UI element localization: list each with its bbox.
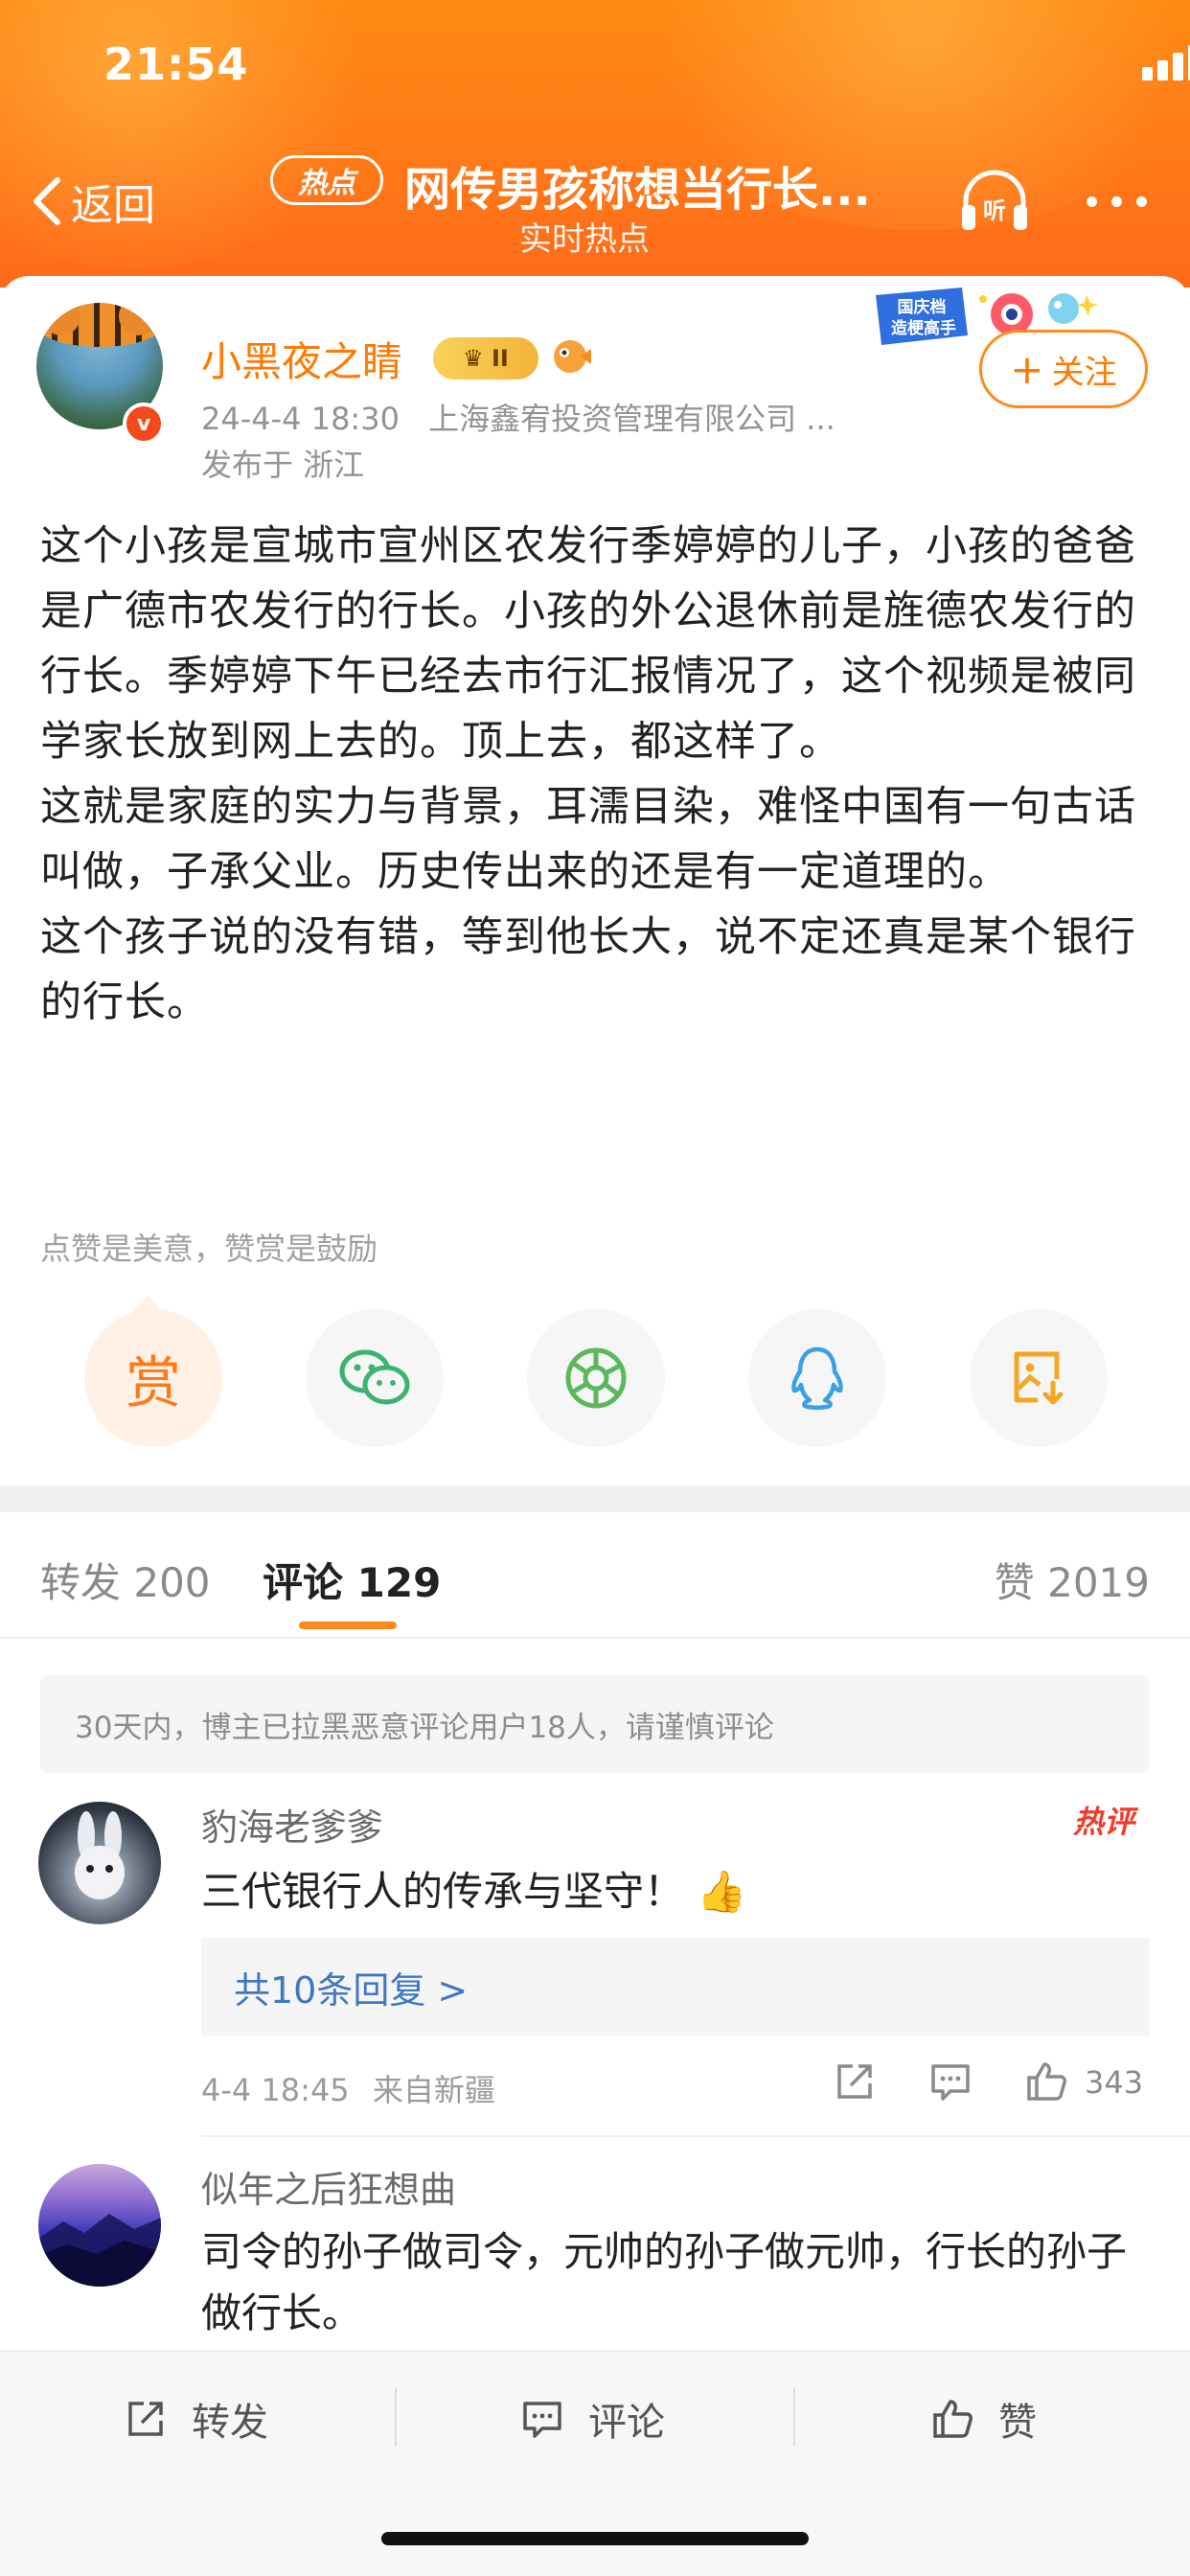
comment-button[interactable]: 评论: [521, 2392, 665, 2446]
author-company: 上海鑫宥投资管理有限公司 ...: [428, 401, 835, 437]
hot-topic-tag: 热点: [270, 155, 383, 205]
post-location: 发布于 浙江: [201, 447, 365, 483]
reward-label: 赏: [125, 1350, 181, 1415]
fan-badge-icon[interactable]: [548, 335, 592, 378]
hot-comment-tag: 热评: [1073, 1804, 1135, 1840]
status-time: 21:54: [103, 38, 249, 90]
commenter-name[interactable]: 似年之后狂想曲: [201, 2160, 456, 2213]
bar-divider: [793, 2388, 795, 2446]
more-options-icon[interactable]: [1083, 188, 1150, 217]
chevron-left-icon: [34, 177, 60, 225]
thumbs-up-emoji: 👍: [697, 1868, 747, 1915]
comment-avatar[interactable]: [38, 2164, 161, 2287]
follow-label: 关注: [1051, 353, 1117, 392]
post-date: 24-4-4 18:30: [201, 401, 400, 437]
follow-button[interactable]: + 关注: [979, 330, 1148, 408]
post-paragraph: 这个小孩是宣城市宣州区农发行季婷婷的儿子，小孩的爸爸是广德市农发行的行长。小孩的…: [40, 522, 1136, 766]
svg-text:造梗高手: 造梗高手: [891, 318, 956, 338]
author-name[interactable]: 小黑夜之睛: [201, 330, 402, 388]
plus-icon: +: [1010, 345, 1044, 393]
repost-button[interactable]: 转发: [125, 2392, 268, 2446]
landscape-avatar-icon: [38, 2214, 161, 2287]
tab-repost[interactable]: 转发 200: [40, 1551, 211, 1609]
like-label: 赞: [998, 2401, 1037, 2445]
comment-notice: 30天内，博主已拉黑恶意评论用户18人，请谨慎评论: [40, 1675, 1150, 1773]
post-paragraph: 这个孩子说的没有错，等到他长大，说不定还真是某个银行的行长。: [40, 913, 1136, 1026]
verified-badge-icon: v: [123, 402, 165, 445]
page-title: 网传男孩称想当行长...: [404, 163, 871, 217]
header-bar: 21:54 返回 热点 网传男孩称想当行长... 实时热点 听: [0, 0, 1190, 288]
bar-divider: [395, 2388, 397, 2446]
svg-text:听: 听: [983, 197, 1006, 224]
comment-body: 三代银行人的传承与坚守！: [201, 1868, 685, 1915]
share-moments-button[interactable]: [527, 1309, 665, 1447]
vip-level: II: [492, 345, 509, 372]
comment-time: 4-4 18:45: [201, 2072, 350, 2108]
interaction-tabs: 转发 200 评论 129 赞 2019: [0, 1512, 1190, 1639]
comment-source: 来自新疆: [372, 2072, 495, 2108]
like-count: 343: [1085, 2064, 1144, 2101]
save-image-icon: [1014, 1351, 1064, 1405]
back-button[interactable]: 返回: [29, 171, 155, 232]
thumbs-up-icon: [933, 2400, 973, 2438]
reply-icon[interactable]: [929, 2060, 972, 2103]
save-image-button[interactable]: [970, 1309, 1108, 1447]
tab-likes[interactable]: 赞 2019: [995, 1551, 1150, 1609]
share-wechat-button[interactable]: [306, 1309, 444, 1447]
post-paragraph: 这就是家庭的实力与背景，耳濡目染，难怪中国有一句古话叫做，子承父业。历史传出来的…: [40, 783, 1136, 896]
repost-icon: [128, 2402, 163, 2436]
reward-button[interactable]: 赏: [84, 1309, 222, 1447]
comment-icon: [523, 2402, 561, 2438]
section-divider: [0, 1485, 1190, 1512]
like-icon[interactable]: [1025, 2060, 1067, 2103]
comment-label: 评论: [588, 2401, 665, 2445]
post-card: v 小黑夜之睛 ♛ II 24-4-4 18:30 上海鑫宥投资管理有限公司 .…: [0, 276, 1190, 1485]
reward-hint: 点赞是美意，赞赏是鼓励: [40, 1230, 378, 1267]
crown-icon: ♛: [463, 345, 492, 372]
comment-actions: 343: [824, 2057, 1150, 2110]
active-tab-indicator: [299, 1622, 397, 1629]
view-replies-button[interactable]: 共10条回复 >: [201, 1938, 1150, 2036]
listen-headphones-icon[interactable]: 听: [958, 167, 1031, 234]
post-body: 这个小孩是宣城市宣州区农发行季婷婷的儿子，小孩的爸爸是广德市农发行的行长。小孩的…: [40, 514, 1156, 1035]
home-indicator[interactable]: [381, 2532, 809, 2545]
svg-text:国庆档: 国庆档: [898, 297, 947, 317]
like-button[interactable]: 赞: [931, 2392, 1037, 2446]
comment-text: 司令的孙子做司令，元帅的孙子做元帅，行长的孙子做行长。: [201, 2228, 1128, 2336]
moments-icon: [565, 1347, 627, 1409]
comment-divider: [201, 2135, 1190, 2137]
post-meta: 24-4-4 18:30 上海鑫宥投资管理有限公司 ...: [201, 395, 910, 439]
signal-icon: [1142, 44, 1190, 82]
share-icon[interactable]: [834, 2060, 876, 2103]
comment-text: 三代银行人的传承与坚守！ 👍: [201, 1861, 1150, 1922]
repost-label: 转发: [192, 2401, 268, 2445]
rabbit-avatar-icon: [75, 1811, 125, 1899]
vip-crown-badge[interactable]: ♛ II: [433, 337, 538, 380]
weibo-post-screen: 21:54 返回 热点 网传男孩称想当行长... 实时热点 听 v 小黑夜之睛 …: [0, 0, 1190, 2576]
share-row: 赏: [84, 1309, 1110, 1449]
back-label: 返回: [71, 181, 155, 230]
comment-meta: 4-4 18:45 来自新疆: [201, 2066, 495, 2110]
qq-icon: [791, 1346, 843, 1410]
tab-comments[interactable]: 评论 129: [263, 1551, 441, 1609]
comment-avatar[interactable]: [38, 1802, 161, 1924]
wechat-icon: [339, 1349, 410, 1405]
page-subtitle: 实时热点: [519, 220, 650, 259]
share-qq-button[interactable]: [748, 1309, 886, 1447]
commenter-name[interactable]: 豹海老爹爹: [201, 1798, 383, 1851]
